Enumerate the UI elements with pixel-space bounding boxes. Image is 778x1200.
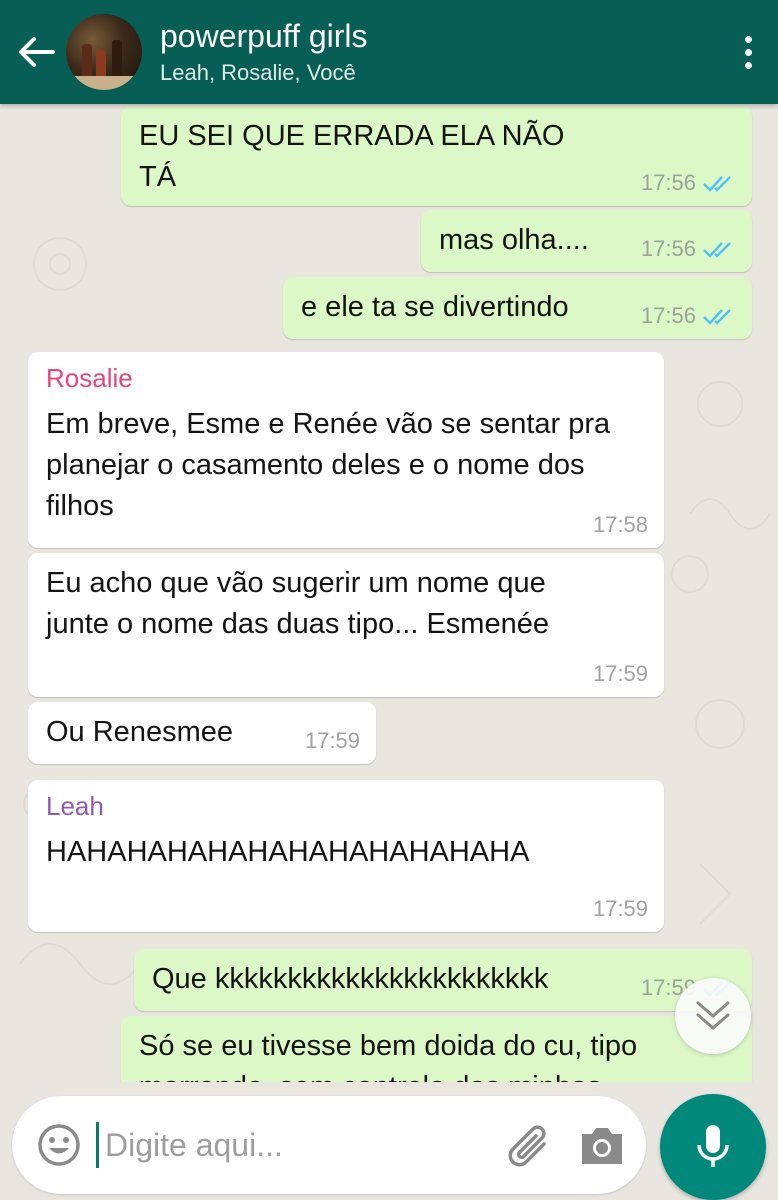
- message-bubble[interactable]: Só se eu tivesse bem doida do cu, tipo m…: [121, 1016, 752, 1082]
- message-bubble[interactable]: Que kkkkkkkkkkkkkkkkkkkkkkk 17:59: [134, 949, 752, 1011]
- message-time: 17:56: [640, 170, 696, 195]
- chat-info[interactable]: powerpuff girls Leah, Rosalie, Você: [160, 17, 718, 87]
- message-time: 17:56: [640, 236, 696, 261]
- message-text: HAHAHAHAHAHAHAHAHAHAHAHA: [46, 836, 530, 868]
- message-meta: 17:56: [641, 303, 736, 329]
- chat-header: powerpuff girls Leah, Rosalie, Você: [0, 0, 778, 104]
- sender-name: Rosalie: [46, 363, 133, 393]
- message-meta: 17:56: [641, 170, 736, 196]
- paperclip-icon[interactable]: [504, 1120, 554, 1170]
- message-time: 17:59: [592, 661, 648, 686]
- compose-bar: Digite aqui...: [0, 1082, 778, 1200]
- camera-icon[interactable]: [578, 1122, 626, 1168]
- more-vertical-icon: [744, 35, 752, 43]
- microphone-icon: [697, 1125, 729, 1167]
- message-input-placeholder: Digite aqui...: [105, 1126, 283, 1163]
- message-input-container: Digite aqui...: [12, 1096, 646, 1194]
- double-chevron-down-icon: [696, 1001, 730, 1030]
- message-meta: 17:59: [593, 896, 648, 922]
- message-bubble[interactable]: mas olha.... 17:56: [421, 210, 752, 272]
- message-time: 17:59: [304, 728, 360, 753]
- message-bubble[interactable]: Leah HAHAHAHAHAHAHAHAHAHAHAHA 17:59: [28, 780, 664, 932]
- scroll-to-bottom-button[interactable]: [675, 978, 751, 1054]
- back-button[interactable]: [6, 0, 66, 104]
- message-meta: 17:58: [593, 512, 648, 538]
- message-meta: 17:59: [593, 661, 648, 687]
- chat-members: Leah, Rosalie, Você: [160, 60, 356, 85]
- double-check-icon: [703, 176, 731, 192]
- message-text: Em breve, Esme e Renée vão se sentar pra…: [46, 408, 611, 522]
- message-time: 17:56: [640, 303, 696, 328]
- message-text: EU SEI QUE ERRADA ELA NÃO TÁ: [139, 120, 565, 193]
- text-caret: [96, 1122, 99, 1168]
- message-bubble[interactable]: e ele ta se divertindo 17:56: [283, 277, 752, 339]
- arrow-left-icon: [19, 37, 55, 67]
- message-bubble[interactable]: Ou Renesmee 17:59: [28, 702, 376, 764]
- message-bubble[interactable]: EU SEI QUE ERRADA ELA NÃO TÁ 17:56: [121, 106, 752, 206]
- sender-name: Leah: [46, 791, 104, 821]
- double-check-icon: [703, 242, 731, 258]
- group-avatar[interactable]: [66, 14, 142, 90]
- chat-title: powerpuff girls: [160, 18, 368, 54]
- message-bubble[interactable]: Eu acho que vão sugerir um nome que junt…: [28, 553, 664, 697]
- message-time: 17:59: [592, 896, 648, 921]
- double-check-icon: [703, 309, 731, 325]
- smiley-icon[interactable]: [36, 1122, 82, 1168]
- message-meta: 17:59: [305, 728, 360, 754]
- message-time: 17:58: [592, 512, 648, 537]
- more-options-button[interactable]: [718, 0, 778, 104]
- message-bubble[interactable]: Rosalie Em breve, Esme e Renée vão se se…: [28, 352, 664, 548]
- message-text: Só se eu tivesse bem doida do cu, tipo m…: [139, 1030, 638, 1082]
- message-text: Eu acho que vão sugerir um nome que junt…: [46, 567, 549, 640]
- message-input[interactable]: Digite aqui...: [96, 1119, 476, 1171]
- message-meta: 17:56: [641, 236, 736, 262]
- record-voice-button[interactable]: [660, 1094, 766, 1200]
- message-list[interactable]: EU SEI QUE ERRADA ELA NÃO TÁ 17:56 mas o…: [0, 104, 778, 1082]
